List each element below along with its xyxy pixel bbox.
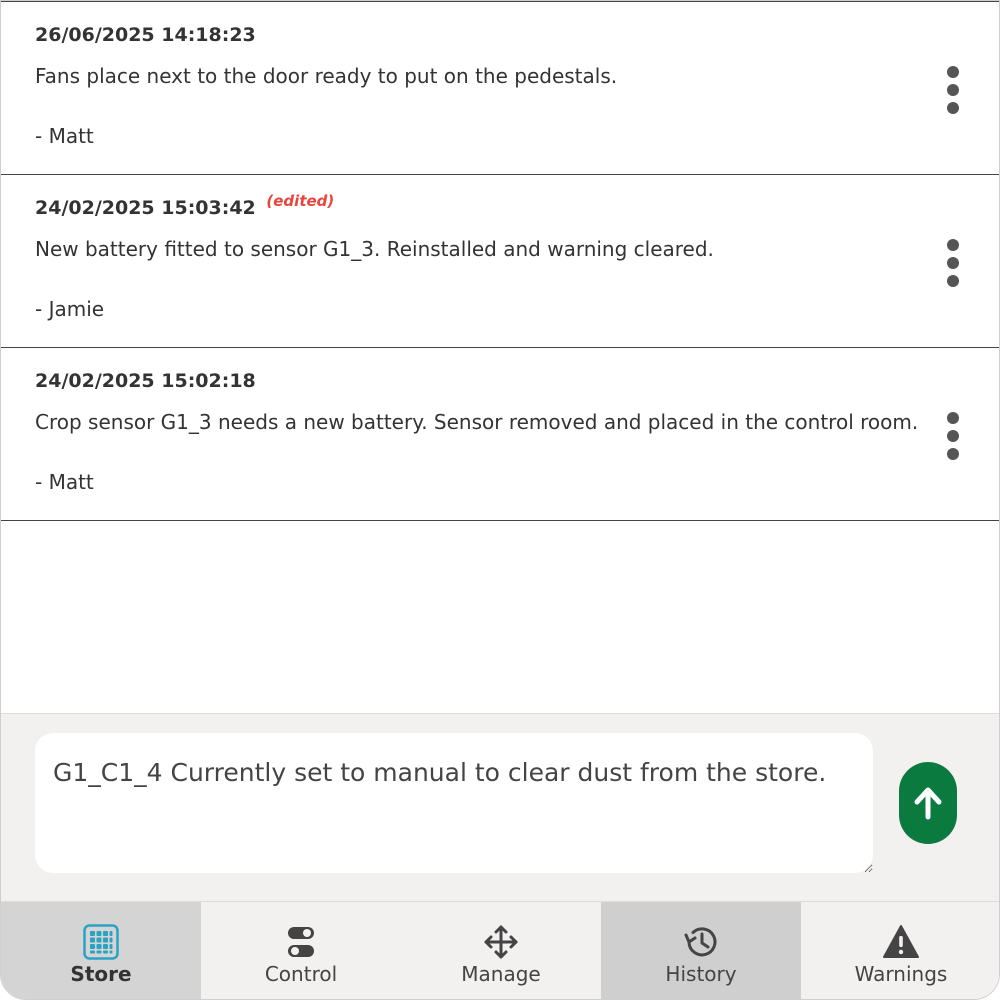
toggles-icon	[281, 922, 321, 962]
note-timestamp: 24/02/2025 15:02:18	[35, 370, 999, 400]
warning-icon	[881, 922, 921, 962]
arrow-up-icon	[914, 787, 942, 820]
note-input[interactable]: G1_C1_4 Currently set to manual to clear…	[35, 733, 873, 873]
send-button[interactable]	[899, 762, 957, 844]
note-author: - Matt	[35, 470, 94, 494]
tab-warnings-label: Warnings	[854, 962, 948, 986]
tab-history-label: History	[665, 962, 737, 986]
note-item: 24/02/2025 15:03:42 (edited) New battery…	[1, 175, 999, 348]
tab-control-label: Control	[264, 962, 338, 986]
note-timestamp-text: 26/06/2025 14:18:23	[35, 24, 256, 46]
note-options-kebab-icon[interactable]	[941, 412, 965, 460]
note-author: - Matt	[35, 124, 94, 148]
tab-store-label: Store	[70, 962, 132, 986]
app-frame: 26/06/2025 14:18:23 Fans place next to t…	[0, 0, 1000, 1000]
notes-list: 26/06/2025 14:18:23 Fans place next to t…	[1, 1, 999, 713]
tab-control[interactable]: Control	[201, 902, 401, 999]
note-item: 26/06/2025 14:18:23 Fans place next to t…	[1, 2, 999, 175]
note-timestamp: 24/02/2025 15:03:42 (edited)	[35, 192, 999, 227]
tab-store[interactable]: Store	[1, 902, 201, 999]
note-options-kebab-icon[interactable]	[941, 66, 965, 114]
tab-manage-label: Manage	[461, 962, 541, 986]
history-icon	[681, 922, 721, 962]
note-timestamp: 26/06/2025 14:18:23	[35, 24, 999, 54]
note-options-kebab-icon[interactable]	[941, 239, 965, 287]
move-arrows-icon	[481, 922, 521, 962]
tab-history[interactable]: History	[601, 902, 801, 999]
tab-manage[interactable]: Manage	[401, 902, 601, 999]
note-text: Fans place next to the door ready to put…	[35, 64, 618, 88]
note-text: New battery fitted to sensor G1_3. Reins…	[35, 237, 714, 261]
note-author: - Jamie	[35, 297, 105, 321]
grid-icon	[81, 922, 121, 962]
edited-label: (edited)	[266, 192, 335, 210]
note-item: 24/02/2025 15:02:18 Crop sensor G1_3 nee…	[1, 348, 999, 521]
note-timestamp-text: 24/02/2025 15:02:18	[35, 370, 256, 392]
tab-warnings[interactable]: Warnings	[801, 902, 999, 999]
note-text: Crop sensor G1_3 needs a new battery. Se…	[35, 410, 919, 434]
bottom-tab-bar: Store Control Manage History Warnings	[1, 901, 999, 999]
note-timestamp-text: 24/02/2025 15:03:42	[35, 197, 256, 219]
note-composer: G1_C1_4 Currently set to manual to clear…	[1, 713, 999, 901]
